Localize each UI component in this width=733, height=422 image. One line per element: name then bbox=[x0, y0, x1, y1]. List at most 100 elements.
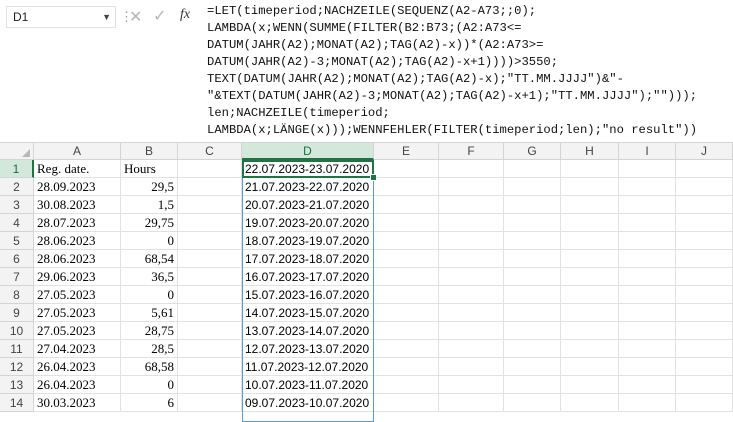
cell-c3[interactable] bbox=[178, 196, 242, 214]
row-header[interactable]: 3 bbox=[0, 196, 34, 214]
row-header[interactable]: 8 bbox=[0, 286, 34, 304]
cell-h9[interactable] bbox=[561, 304, 619, 322]
cell-f3[interactable] bbox=[439, 196, 504, 214]
cell-c10[interactable] bbox=[178, 322, 242, 340]
column-header-g[interactable]: G bbox=[504, 143, 561, 160]
cell-c6[interactable] bbox=[178, 250, 242, 268]
cell-d14[interactable]: 09.07.2023-10.07.2020 bbox=[242, 394, 374, 412]
cell-a11[interactable]: 27.04.2023 bbox=[34, 340, 121, 358]
cell-d1[interactable]: 22.07.2023-23.07.2020 bbox=[242, 160, 374, 178]
cell-e12[interactable] bbox=[374, 358, 439, 376]
column-header-a[interactable]: A bbox=[34, 143, 121, 160]
cell-d5[interactable]: 18.07.2023-19.07.2020 bbox=[242, 232, 374, 250]
cell-d13[interactable]: 10.07.2023-11.07.2020 bbox=[242, 376, 374, 394]
cell-f7[interactable] bbox=[439, 268, 504, 286]
cell-e10[interactable] bbox=[374, 322, 439, 340]
cell-c1[interactable] bbox=[178, 160, 242, 178]
cell-h12[interactable] bbox=[561, 358, 619, 376]
cell-b12[interactable]: 68,58 bbox=[121, 358, 178, 376]
cell-h4[interactable] bbox=[561, 214, 619, 232]
column-header-e[interactable]: E bbox=[374, 143, 439, 160]
column-header-j[interactable]: J bbox=[676, 143, 733, 160]
cell-g12[interactable] bbox=[504, 358, 561, 376]
column-header-b[interactable]: B bbox=[121, 143, 178, 160]
cell-b2[interactable]: 29,5 bbox=[121, 178, 178, 196]
cell-e3[interactable] bbox=[374, 196, 439, 214]
row-header[interactable]: 4 bbox=[0, 214, 34, 232]
cell-f9[interactable] bbox=[439, 304, 504, 322]
cell-f8[interactable] bbox=[439, 286, 504, 304]
row-header[interactable]: 5 bbox=[0, 232, 34, 250]
chevron-down-icon[interactable]: ▼ bbox=[102, 12, 111, 22]
cell-e7[interactable] bbox=[374, 268, 439, 286]
cell-i6[interactable] bbox=[619, 250, 676, 268]
cell-f13[interactable] bbox=[439, 376, 504, 394]
column-header-h[interactable]: H bbox=[561, 143, 619, 160]
cell-e11[interactable] bbox=[374, 340, 439, 358]
cell-e1[interactable] bbox=[374, 160, 439, 178]
check-icon[interactable]: ✓ bbox=[153, 6, 166, 26]
cell-h6[interactable] bbox=[561, 250, 619, 268]
cell-i2[interactable] bbox=[619, 178, 676, 196]
cell-f11[interactable] bbox=[439, 340, 504, 358]
cell-g11[interactable] bbox=[504, 340, 561, 358]
cell-d7[interactable]: 16.07.2023-17.07.2020 bbox=[242, 268, 374, 286]
cell-d10[interactable]: 13.07.2023-14.07.2020 bbox=[242, 322, 374, 340]
cell-h13[interactable] bbox=[561, 376, 619, 394]
cell-j11[interactable] bbox=[676, 340, 733, 358]
cell-g5[interactable] bbox=[504, 232, 561, 250]
cell-b13[interactable]: 0 bbox=[121, 376, 178, 394]
row-header[interactable]: 11 bbox=[0, 340, 34, 358]
cell-f10[interactable] bbox=[439, 322, 504, 340]
cell-d8[interactable]: 15.07.2023-16.07.2020 bbox=[242, 286, 374, 304]
cell-b1[interactable]: Hours bbox=[121, 160, 178, 178]
cell-f12[interactable] bbox=[439, 358, 504, 376]
cell-d6[interactable]: 17.07.2023-18.07.2020 bbox=[242, 250, 374, 268]
cell-h11[interactable] bbox=[561, 340, 619, 358]
cell-e9[interactable] bbox=[374, 304, 439, 322]
cell-h5[interactable] bbox=[561, 232, 619, 250]
cell-g14[interactable] bbox=[504, 394, 561, 412]
row-header[interactable]: 9 bbox=[0, 304, 34, 322]
cell-j13[interactable] bbox=[676, 376, 733, 394]
cell-b11[interactable]: 28,5 bbox=[121, 340, 178, 358]
cell-g13[interactable] bbox=[504, 376, 561, 394]
cell-e6[interactable] bbox=[374, 250, 439, 268]
cell-c11[interactable] bbox=[178, 340, 242, 358]
cell-d4[interactable]: 19.07.2023-20.07.2020 bbox=[242, 214, 374, 232]
cell-c13[interactable] bbox=[178, 376, 242, 394]
cell-a12[interactable]: 26.04.2023 bbox=[34, 358, 121, 376]
cell-a3[interactable]: 30.08.2023 bbox=[34, 196, 121, 214]
cell-b6[interactable]: 68,54 bbox=[121, 250, 178, 268]
cell-j3[interactable] bbox=[676, 196, 733, 214]
cell-h3[interactable] bbox=[561, 196, 619, 214]
cell-i3[interactable] bbox=[619, 196, 676, 214]
cell-d11[interactable]: 12.07.2023-13.07.2020 bbox=[242, 340, 374, 358]
cell-f1[interactable] bbox=[439, 160, 504, 178]
fill-handle[interactable] bbox=[370, 174, 377, 181]
cell-i7[interactable] bbox=[619, 268, 676, 286]
cell-c7[interactable] bbox=[178, 268, 242, 286]
cell-c5[interactable] bbox=[178, 232, 242, 250]
cell-j14[interactable] bbox=[676, 394, 733, 412]
cell-i5[interactable] bbox=[619, 232, 676, 250]
cell-f4[interactable] bbox=[439, 214, 504, 232]
select-all-button[interactable] bbox=[0, 143, 34, 160]
cell-e14[interactable] bbox=[374, 394, 439, 412]
cell-c8[interactable] bbox=[178, 286, 242, 304]
cell-b3[interactable]: 1,5 bbox=[121, 196, 178, 214]
cell-i11[interactable] bbox=[619, 340, 676, 358]
cell-g7[interactable] bbox=[504, 268, 561, 286]
cancel-icon[interactable]: ✕ bbox=[129, 7, 142, 27]
row-header[interactable]: 10 bbox=[0, 322, 34, 340]
cell-a2[interactable]: 28.09.2023 bbox=[34, 178, 121, 196]
cell-f2[interactable] bbox=[439, 178, 504, 196]
column-header-f[interactable]: F bbox=[439, 143, 504, 160]
cell-c2[interactable] bbox=[178, 178, 242, 196]
cell-e5[interactable] bbox=[374, 232, 439, 250]
column-header-d[interactable]: D bbox=[242, 143, 374, 160]
cell-i1[interactable] bbox=[619, 160, 676, 178]
cell-g9[interactable] bbox=[504, 304, 561, 322]
cell-b8[interactable]: 0 bbox=[121, 286, 178, 304]
cell-j8[interactable] bbox=[676, 286, 733, 304]
